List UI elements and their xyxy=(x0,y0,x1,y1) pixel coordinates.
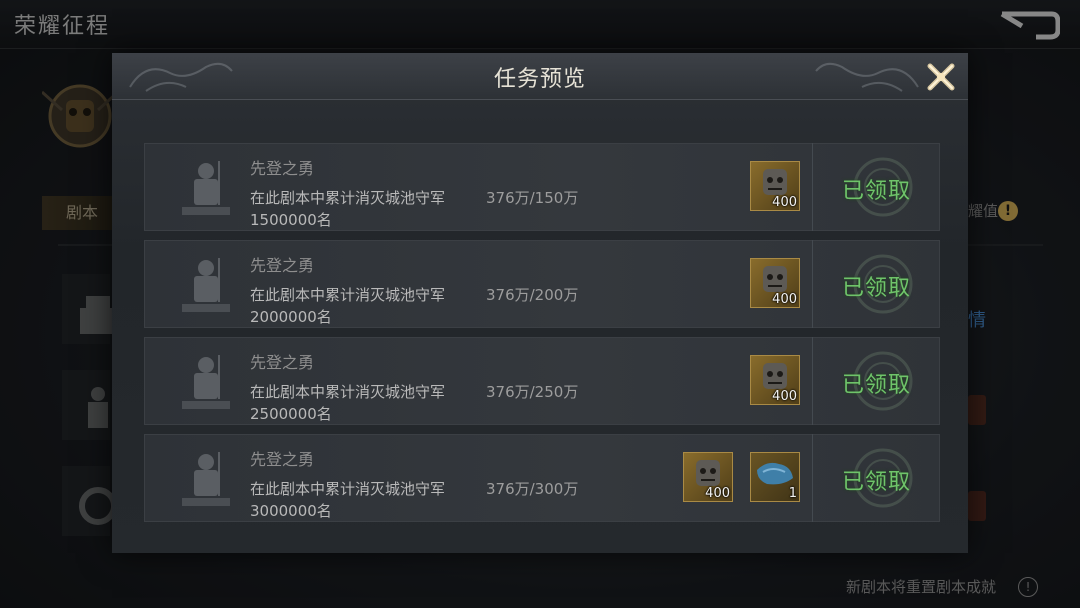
soldier-icon xyxy=(182,452,230,506)
task-name: 先登之勇 xyxy=(250,353,315,372)
dialog-header: 任务预览 xyxy=(112,53,968,100)
soldier-icon xyxy=(182,258,230,312)
claimed-label: 已领取 xyxy=(841,373,911,398)
task-progress: 376万/150万 xyxy=(486,189,579,207)
reward-count: 400 xyxy=(772,292,797,307)
claimed-label: 已领取 xyxy=(841,276,911,301)
task-target: 2000000名 xyxy=(250,308,332,326)
reward-item[interactable]: 400 xyxy=(750,355,800,405)
dialog-title: 任务预览 xyxy=(493,67,586,92)
claimed-label: 已领取 xyxy=(841,179,911,204)
task-name: 先登之勇 xyxy=(250,450,315,469)
reward-count: 400 xyxy=(772,389,797,404)
task-row: 先登之勇 在此剧本中累计消灭城池守军 376万/150万 1500000名 40… xyxy=(144,143,940,231)
reward-count: 400 xyxy=(772,195,797,210)
task-description: 在此剧本中累计消灭城池守军 xyxy=(250,286,446,304)
blue-cloth-icon xyxy=(757,462,793,485)
reward-count: 1 xyxy=(788,486,797,501)
claimed-status: 已领取 xyxy=(813,434,940,522)
close-icon[interactable] xyxy=(924,60,958,94)
claimed-status: 已领取 xyxy=(813,143,940,231)
reward-item[interactable]: 400 xyxy=(750,258,800,308)
task-description: 在此剧本中累计消灭城池守军 xyxy=(250,480,446,498)
task-progress: 376万/250万 xyxy=(486,383,579,401)
bronze-mask-icon xyxy=(763,363,787,389)
task-target: 2500000名 xyxy=(250,405,332,423)
reward-item[interactable]: 1 xyxy=(750,452,800,502)
reward-item[interactable]: 400 xyxy=(683,452,733,502)
task-target: 1500000名 xyxy=(250,211,332,229)
task-progress: 376万/300万 xyxy=(486,480,579,498)
claimed-label: 已领取 xyxy=(841,470,911,495)
soldier-icon xyxy=(182,355,230,409)
claimed-status: 已领取 xyxy=(813,337,940,425)
task-description: 在此剧本中累计消灭城池守军 xyxy=(250,189,446,207)
bronze-mask-icon xyxy=(696,460,720,486)
soldier-icon xyxy=(182,161,230,215)
task-name: 先登之勇 xyxy=(250,256,315,275)
task-row: 先登之勇 在此剧本中累计消灭城池守军 376万/200万 2000000名 40… xyxy=(144,240,940,328)
bronze-mask-icon xyxy=(763,266,787,292)
task-name: 先登之勇 xyxy=(250,159,315,178)
task-preview-dialog: 任务预览 先登之勇 在此剧本中累计消灭城池守军 376万/150万 150000… xyxy=(112,53,968,553)
reward-count: 400 xyxy=(705,486,730,501)
bronze-mask-icon xyxy=(763,169,787,195)
task-description: 在此剧本中累计消灭城池守军 xyxy=(250,383,446,401)
claimed-status: 已领取 xyxy=(813,240,940,328)
task-progress: 376万/200万 xyxy=(486,286,579,304)
task-row: 先登之勇 在此剧本中累计消灭城池守军 376万/300万 3000000名 40… xyxy=(144,434,940,522)
task-target: 3000000名 xyxy=(250,502,332,520)
task-row: 先登之勇 在此剧本中累计消灭城池守军 376万/250万 2500000名 40… xyxy=(144,337,940,425)
reward-item[interactable]: 400 xyxy=(750,161,800,211)
